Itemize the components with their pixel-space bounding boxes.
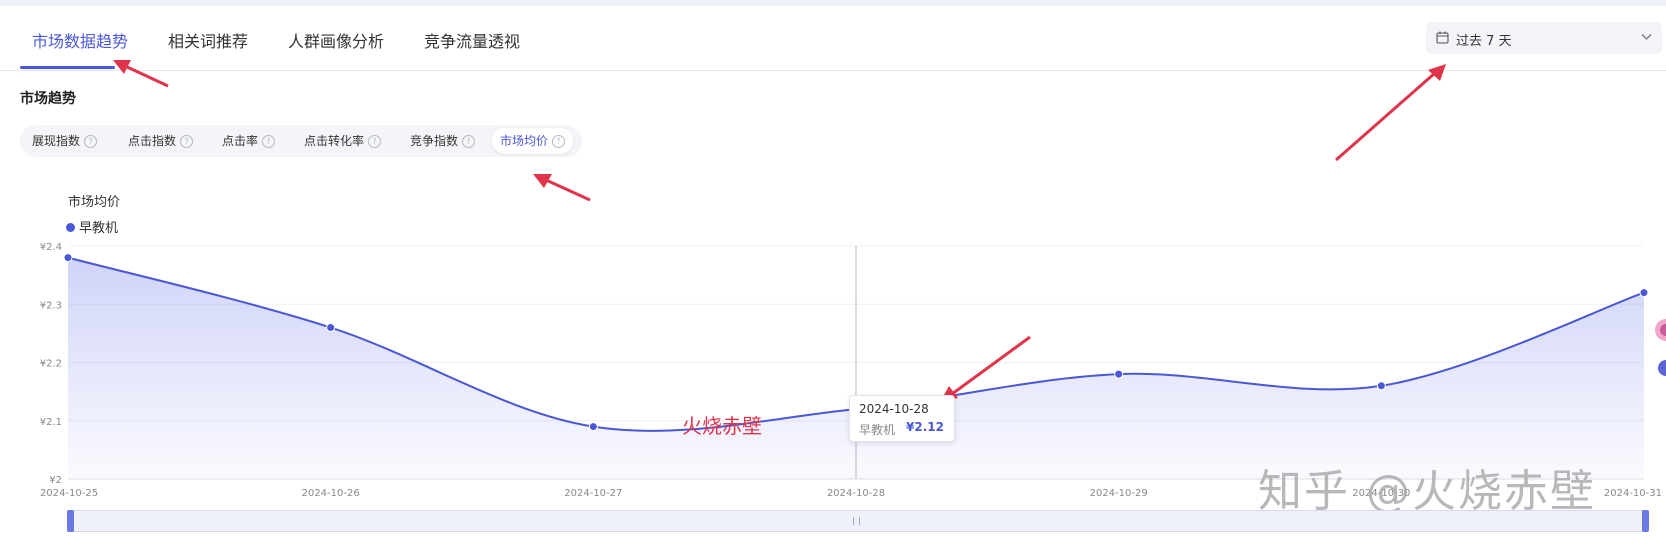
data-point (588, 422, 598, 432)
x-tick-label: 2024-10-26 (302, 488, 360, 499)
y-tick-label: ¥2.3 (40, 300, 62, 311)
tooltip-value: ¥2.12 (906, 420, 944, 434)
y-tick-label: ¥2 (49, 475, 62, 486)
data-point (63, 253, 73, 263)
data-point (326, 323, 336, 333)
slider-handle-center[interactable] (853, 517, 860, 525)
y-tick-label: ¥2.4 (40, 242, 62, 253)
y-tick-label: ¥2.1 (40, 417, 62, 428)
data-point (1376, 381, 1386, 391)
x-tick-label: 2024-10-31 (1604, 488, 1662, 499)
tooltip-series: 早教机 (859, 423, 896, 437)
slider-handle-left[interactable] (67, 510, 74, 532)
annotation-arrow (545, 178, 591, 202)
data-point (1639, 288, 1649, 298)
x-tick-label: 2024-10-27 (564, 488, 622, 499)
data-point (1114, 369, 1124, 379)
overlay-caption: 火烧赤壁 (682, 414, 762, 438)
y-tick-label: ¥2.2 (40, 359, 62, 370)
chart-tooltip: 2024-10-28 早教机 ¥2.12 (849, 395, 955, 442)
slider-handle-right[interactable] (1642, 510, 1649, 532)
annotation-arrow (1335, 71, 1436, 162)
x-tick-label: 2024-10-28 (827, 488, 885, 499)
tooltip-date: 2024-10-28 (859, 402, 929, 416)
annotation-arrow (124, 64, 169, 88)
x-tick-label: 2024-10-25 (40, 488, 98, 499)
y-axis-labels: ¥2.4 ¥2.3 ¥2.2 ¥2.1 ¥2 (40, 242, 62, 486)
data-zoom-slider[interactable] (67, 510, 1649, 532)
x-tick-label: 2024-10-29 (1090, 488, 1148, 499)
floating-assistant-icon[interactable] (1650, 310, 1666, 380)
